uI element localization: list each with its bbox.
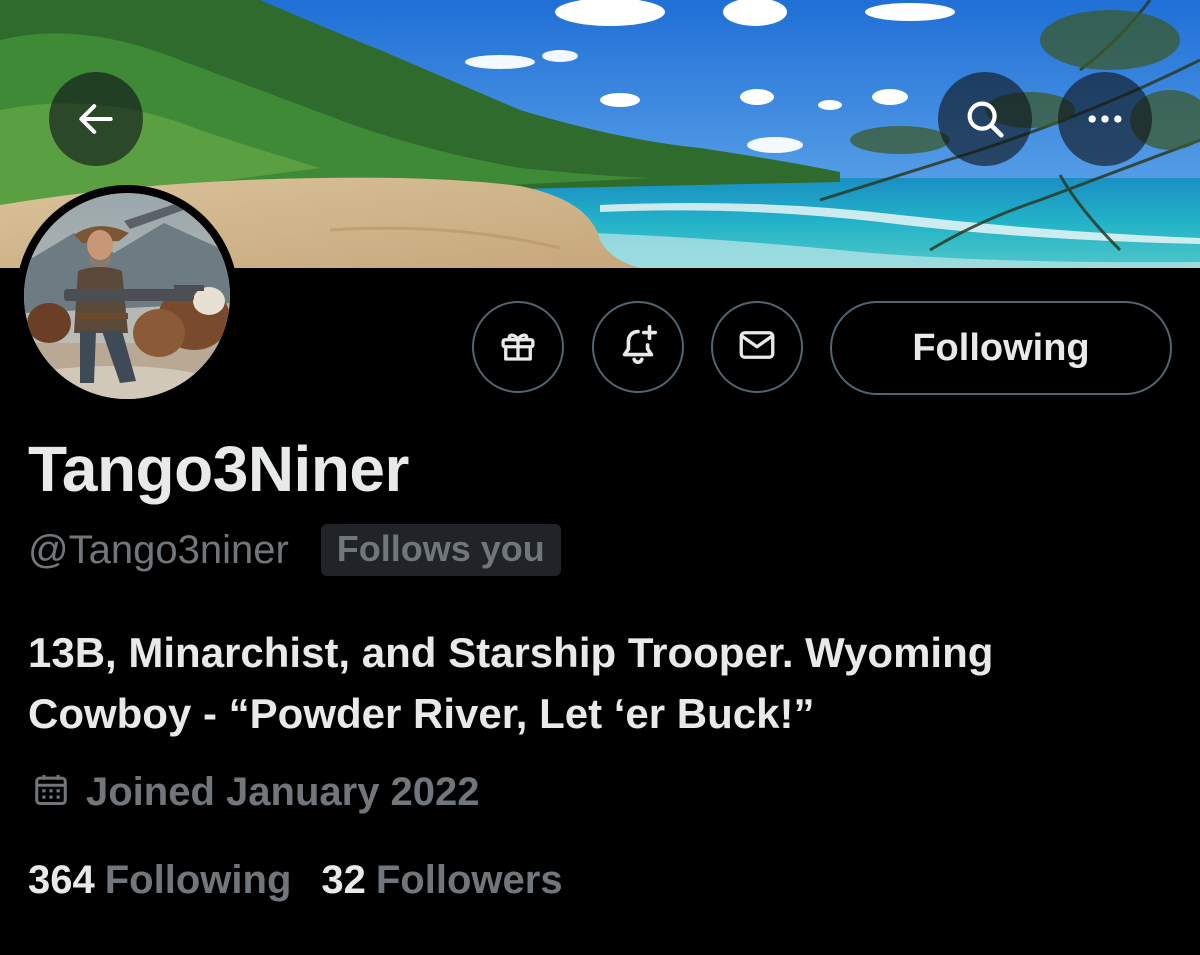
gift-icon [497, 324, 539, 371]
joined-row: Joined January 2022 [32, 770, 480, 815]
following-count: 364 [28, 858, 95, 902]
display-name: Tango3Niner [28, 433, 409, 505]
more-horizontal-icon [1083, 97, 1127, 141]
envelope-icon [736, 324, 778, 371]
bell-plus-icon [615, 322, 661, 373]
more-options-button[interactable] [1058, 72, 1152, 166]
following-label: Following [104, 858, 292, 902]
bio-line-1: 13B, Minarchist, and Starship Trooper. W… [28, 629, 994, 676]
following-button[interactable]: Following [830, 301, 1172, 395]
back-button[interactable] [49, 72, 143, 166]
followers-label: Followers [375, 858, 563, 902]
joined-date: Joined January 2022 [86, 770, 480, 814]
calendar-icon [32, 771, 70, 814]
search-button[interactable] [938, 72, 1032, 166]
arrow-left-icon [74, 97, 118, 141]
message-button[interactable] [711, 301, 803, 393]
gift-button[interactable] [472, 301, 564, 393]
notify-button[interactable] [592, 301, 684, 393]
followers-stat-link[interactable]: 32 Followers [321, 858, 562, 903]
avatar-image [24, 193, 230, 399]
handle-row: @Tango3niner Follows you [28, 524, 561, 576]
handle: @Tango3niner [28, 527, 289, 572]
followers-count: 32 [321, 858, 366, 902]
avatar[interactable] [16, 185, 238, 407]
stats-row: 364 Following 32 Followers [28, 858, 563, 903]
follows-you-badge: Follows you [320, 524, 561, 576]
bio: 13B, Minarchist, and Starship Trooper. W… [28, 622, 1178, 744]
search-icon [962, 96, 1008, 142]
bio-line-2: Cowboy - “Powder River, Let ‘er Buck!” [28, 690, 815, 737]
following-stat-link[interactable]: 364 Following [28, 858, 291, 903]
